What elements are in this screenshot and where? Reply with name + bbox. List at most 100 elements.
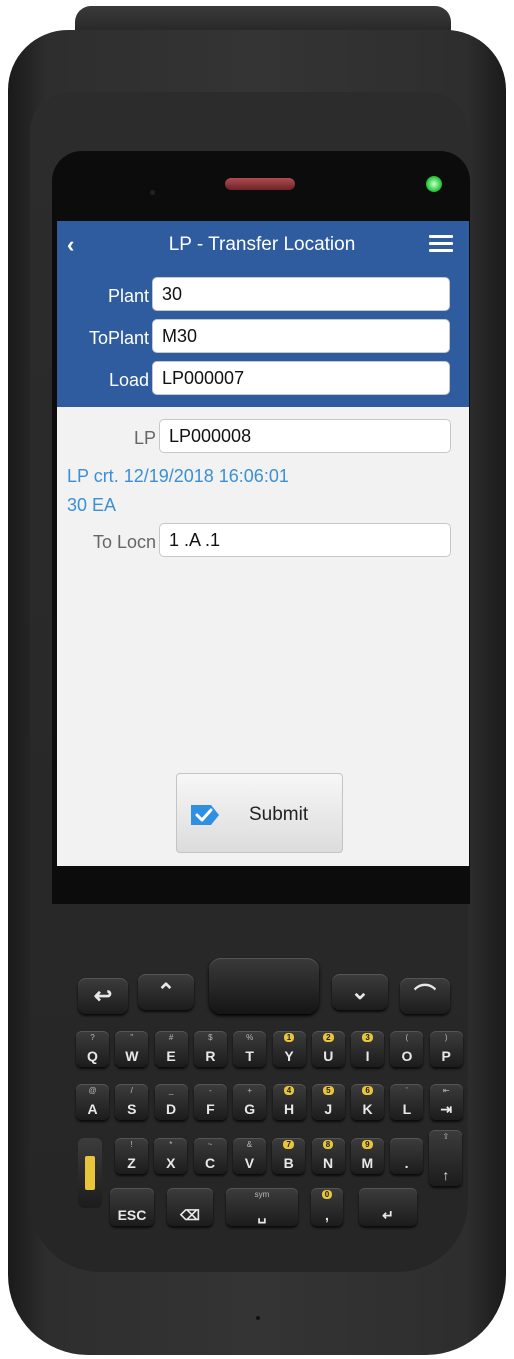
speaker-grille	[225, 178, 295, 190]
key-main-label: P	[441, 1048, 451, 1064]
key-v[interactable]: & V	[232, 1138, 266, 1174]
key-main-label: U	[323, 1048, 334, 1064]
key-r[interactable]: $ R	[193, 1031, 227, 1067]
key-k[interactable]: 6K	[351, 1084, 385, 1120]
scan-trigger-key[interactable]	[78, 1138, 102, 1208]
key-g[interactable]: + G	[233, 1084, 267, 1120]
key-main-label: ⇥	[440, 1101, 453, 1117]
key-sub-label: 4	[273, 1086, 306, 1095]
key-main-label: I	[365, 1048, 370, 1064]
key-main-label: S	[127, 1101, 137, 1117]
key-main-label: C	[205, 1155, 216, 1171]
key-main-label: Q	[87, 1048, 98, 1064]
key-comma[interactable]: 0,	[311, 1188, 343, 1226]
key-n[interactable]: 8N	[311, 1138, 345, 1174]
key-sub-label: @	[88, 1086, 97, 1095]
toplant-field[interactable]: M30	[152, 319, 450, 353]
key-backspace[interactable]: ⌫	[167, 1188, 213, 1226]
key-sub-label: %	[246, 1033, 254, 1042]
key-a[interactable]: @ A	[76, 1084, 109, 1120]
key-sub-label: (	[405, 1033, 409, 1042]
key-sub-label: -	[209, 1086, 212, 1095]
key-main-label: ␣	[257, 1207, 267, 1223]
plant-row: Plant 30	[57, 277, 469, 313]
load-row: Load LP000007	[57, 361, 469, 397]
key-main-label: V	[244, 1155, 255, 1171]
key-main-label: ↵	[382, 1207, 394, 1223]
key-main-label: ,	[325, 1207, 329, 1223]
key-sub-label: ⇤	[442, 1086, 450, 1095]
page-up-icon[interactable]: ⌃	[138, 974, 194, 1010]
key-d[interactable]: _ D	[154, 1084, 188, 1120]
key-main-label: X	[166, 1155, 176, 1171]
screen-chin	[52, 870, 470, 904]
key-z[interactable]: ! Z	[115, 1138, 148, 1174]
key-main-label: ↑	[442, 1167, 450, 1183]
hamburger-menu-icon[interactable]	[429, 235, 453, 253]
key-sub-label: 7	[272, 1140, 305, 1149]
scan-key[interactable]	[209, 958, 319, 1014]
microphone-hole	[256, 1316, 260, 1320]
key-e[interactable]: # E	[154, 1031, 188, 1067]
toplant-row: ToPlant M30	[57, 319, 469, 355]
key-main-label: R	[205, 1048, 216, 1064]
key-x[interactable]: * X	[154, 1138, 188, 1174]
key-main-label: F	[206, 1101, 215, 1117]
key-main-label: H	[283, 1101, 295, 1117]
key-o[interactable]: (O	[390, 1031, 424, 1067]
key-b[interactable]: 7B	[272, 1138, 306, 1174]
to-locn-row: To Locn 1 .A .1	[57, 523, 469, 559]
key-enter[interactable]: ↵	[359, 1188, 417, 1226]
key-main-label: ⌫	[180, 1207, 200, 1223]
plant-field[interactable]: 30	[152, 277, 450, 311]
key-y[interactable]: 1Y	[272, 1031, 306, 1067]
key-m[interactable]: 9M	[350, 1138, 384, 1174]
key-i[interactable]: 3I	[351, 1031, 385, 1067]
lp-label: LP	[133, 428, 156, 448]
key-main-label: L	[402, 1101, 412, 1117]
submit-button[interactable]: Submit	[176, 773, 343, 853]
key-l[interactable]: ' L	[390, 1084, 424, 1120]
key-main-label: J	[324, 1101, 333, 1117]
key-q[interactable]: ? Q	[76, 1031, 109, 1067]
end-call-icon[interactable]: ⌒	[400, 978, 450, 1014]
plant-label: Plant	[107, 286, 149, 306]
key-t[interactable]: % T	[233, 1031, 267, 1067]
key-f[interactable]: -F	[193, 1084, 227, 1120]
back-chevron-icon[interactable]: ‹	[67, 233, 87, 257]
lp-quantity-info: 30 EA	[67, 495, 117, 515]
key-main-label: E	[166, 1048, 176, 1064]
key-main-label: T	[245, 1048, 254, 1064]
call-icon[interactable]: ↩	[78, 978, 128, 1014]
key-space[interactable]: sym ␣	[226, 1188, 298, 1226]
key-w[interactable]: " W	[115, 1031, 149, 1067]
key-shift[interactable]: ⇧ ↑	[429, 1130, 463, 1186]
header-panel: ‹ LP - Transfer Location Plant 30 ToPlan…	[57, 221, 469, 407]
key-tab[interactable]: ⇤ ⇥	[429, 1084, 463, 1120]
key-sub-label: +	[247, 1086, 253, 1095]
to-locn-field[interactable]: 1 .A .1	[159, 523, 451, 557]
key-h[interactable]: 4H	[272, 1084, 306, 1120]
checkmark-tag-icon	[191, 805, 219, 825]
key-sub-label: 6	[351, 1086, 384, 1095]
key-main-label: D	[166, 1101, 177, 1117]
key-p[interactable]: ) P	[429, 1031, 463, 1067]
key-period[interactable]: .	[390, 1138, 424, 1174]
lp-created-info: LP crt. 12/19/2018 16:06:01	[67, 466, 289, 486]
key-sub-label: /	[130, 1086, 133, 1095]
key-c[interactable]: ~ C	[193, 1138, 227, 1174]
key-sub-label: #	[168, 1033, 174, 1042]
page-down-icon[interactable]: ⌄	[332, 974, 388, 1010]
key-main-label: M	[361, 1155, 374, 1171]
key-esc[interactable]: ESC	[110, 1188, 154, 1226]
key-s[interactable]: / S	[115, 1084, 149, 1120]
key-j[interactable]: 5J	[311, 1084, 345, 1120]
key-main-label: Y	[284, 1048, 294, 1064]
key-main-label: Z	[127, 1155, 136, 1171]
key-main-label: K	[362, 1101, 373, 1117]
key-main-label: ESC	[117, 1207, 147, 1223]
key-sub-label: )	[444, 1033, 448, 1042]
load-field[interactable]: LP000007	[152, 361, 450, 395]
lp-field[interactable]: LP000008	[159, 419, 451, 453]
key-u[interactable]: 2U	[311, 1031, 345, 1067]
